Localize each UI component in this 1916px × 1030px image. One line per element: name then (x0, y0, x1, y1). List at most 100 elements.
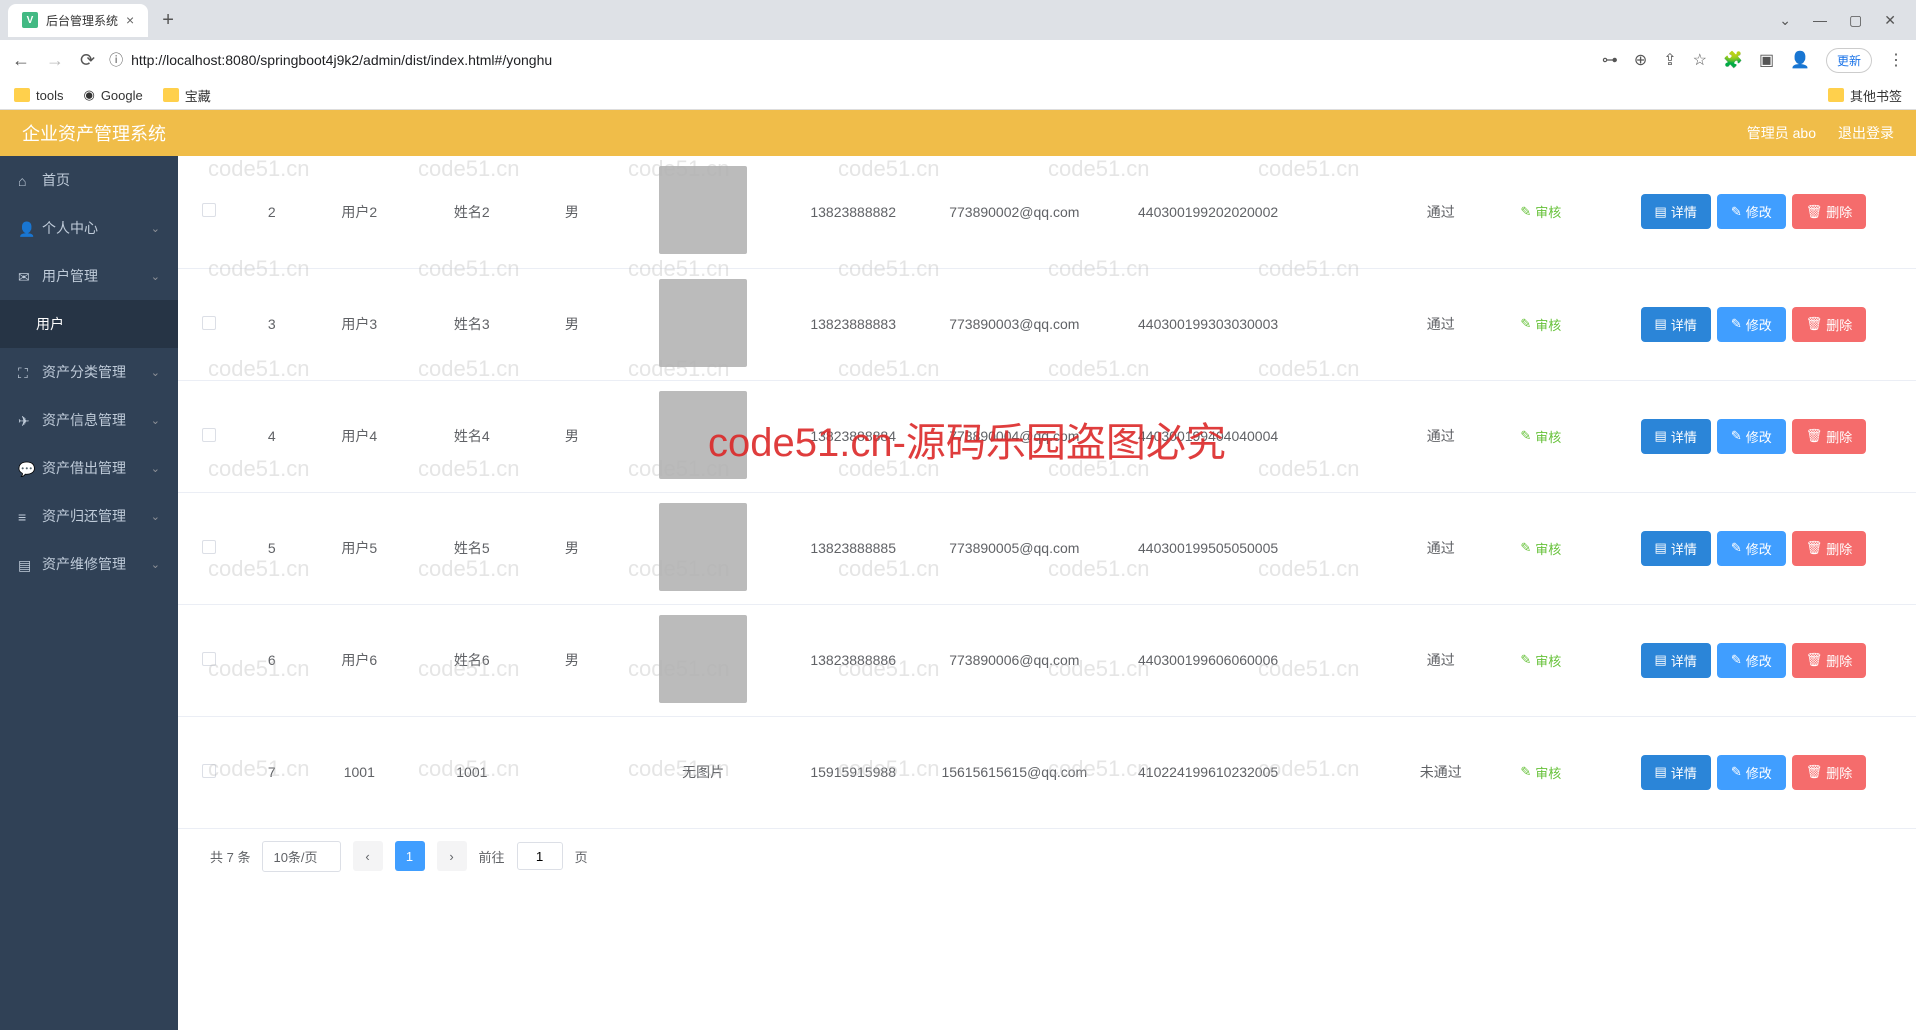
audit-button[interactable]: ✎审核 (1497, 539, 1585, 558)
delete-button[interactable]: 🗑删除 (1792, 643, 1867, 678)
google-icon: ◉ (83, 87, 94, 103)
new-tab-button[interactable]: + (162, 9, 174, 32)
page-size-select[interactable]: 10条/页 (262, 841, 340, 872)
close-window-icon[interactable]: ✕ (1884, 12, 1896, 29)
row-checkbox[interactable] (202, 652, 216, 666)
audit-button[interactable]: ✎审核 (1497, 315, 1585, 334)
close-icon[interactable]: × (126, 12, 134, 28)
menu-icon[interactable]: ⋮ (1888, 50, 1904, 70)
pagination-total: 共 7 条 (210, 847, 250, 866)
edit-button[interactable]: ✎修改 (1717, 643, 1786, 678)
browser-tab[interactable]: V 后台管理系统 × (8, 4, 148, 37)
row-checkbox[interactable] (202, 428, 216, 442)
update-button[interactable]: 更新 (1826, 48, 1872, 73)
row-checkbox[interactable] (202, 203, 216, 217)
bookmark-google[interactable]: ◉Google (83, 87, 142, 103)
detail-button[interactable]: ▤详情 (1641, 643, 1711, 678)
chevron-down-icon: ⌄ (151, 270, 160, 283)
sidebar-item-user-mgmt[interactable]: ✉用户管理⌄ (0, 252, 178, 300)
no-image-text: 无图片 (682, 764, 724, 780)
detail-button[interactable]: ▤详情 (1641, 307, 1711, 342)
share-icon[interactable]: ⇪ (1663, 50, 1676, 70)
sidebar-item-user[interactable]: 用户 (0, 300, 178, 348)
user-table: 2用户2姓名2男13823888882773890002@qq.com44030… (178, 156, 1916, 829)
reload-icon[interactable]: ⟳ (80, 50, 95, 71)
edit-button[interactable]: ✎修改 (1717, 419, 1786, 454)
chevron-down-icon: ⌄ (151, 222, 160, 235)
password-icon[interactable]: ⊶ (1602, 50, 1618, 70)
delete-button[interactable]: 🗑删除 (1792, 755, 1867, 790)
book-icon: ▤ (18, 557, 32, 571)
url-text[interactable]: http://localhost:8080/springboot4j9k2/ad… (131, 52, 552, 68)
trash-icon: 🗑 (1806, 316, 1823, 332)
chevron-down-icon[interactable]: ⌄ (1779, 12, 1791, 29)
maximize-icon[interactable]: ▢ (1849, 12, 1862, 29)
row-checkbox[interactable] (202, 540, 216, 554)
sidebar-item-asset-info[interactable]: ✈资产信息管理⌄ (0, 396, 178, 444)
chevron-down-icon: ⌄ (151, 510, 160, 523)
next-page-button[interactable]: › (437, 841, 467, 871)
table-row: 2用户2姓名2男13823888882773890002@qq.com44030… (178, 156, 1916, 268)
pagination: 共 7 条 10条/页 ‹ 1 › 前往 页 (178, 829, 1916, 884)
minimize-icon[interactable]: — (1813, 12, 1827, 29)
edit-button[interactable]: ✎修改 (1717, 194, 1786, 229)
sidebar-item-asset-borrow[interactable]: 💬资产借出管理⌄ (0, 444, 178, 492)
bookmark-other[interactable]: 其他书签 (1828, 86, 1902, 105)
list-icon: ▤ (1655, 428, 1667, 444)
detail-button[interactable]: ▤详情 (1641, 194, 1711, 229)
delete-button[interactable]: 🗑删除 (1792, 531, 1867, 566)
detail-button[interactable]: ▤详情 (1641, 531, 1711, 566)
audit-button[interactable]: ✎审核 (1497, 651, 1585, 670)
chevron-down-icon: ⌄ (151, 462, 160, 475)
avatar-image (659, 166, 747, 254)
audit-button[interactable]: ✎审核 (1497, 427, 1585, 446)
edit-button[interactable]: ✎修改 (1717, 755, 1786, 790)
edit-button[interactable]: ✎修改 (1717, 307, 1786, 342)
folder-icon (14, 88, 30, 102)
extensions-icon[interactable]: 🧩 (1723, 50, 1743, 70)
sidebar: ⌂首页 👤个人中心⌄ ✉用户管理⌄ 用户 ⛶资产分类管理⌄ ✈资产信息管理⌄ 💬… (0, 156, 178, 1030)
prev-page-button[interactable]: ‹ (353, 841, 383, 871)
sidebar-item-personal[interactable]: 👤个人中心⌄ (0, 204, 178, 252)
list-icon: ▤ (1655, 316, 1667, 332)
edit-icon: ✎ (1731, 540, 1742, 556)
sidebar-item-asset-repair[interactable]: ▤资产维修管理⌄ (0, 540, 178, 588)
chat-icon: 💬 (18, 461, 32, 475)
edit-icon: ✎ (1731, 652, 1742, 668)
sidebar-item-asset-return[interactable]: ≡资产归还管理⌄ (0, 492, 178, 540)
user-icon: 👤 (18, 221, 32, 235)
browser-chrome: V 后台管理系统 × + ⌄ — ▢ ✕ ← → ⟳ ⓘ http://loca… (0, 0, 1916, 110)
table-row: 3用户3姓名3男13823888883773890003@qq.com44030… (178, 268, 1916, 380)
list-icon: ≡ (18, 509, 32, 523)
logout-button[interactable]: 退出登录 (1838, 123, 1894, 143)
reading-icon[interactable]: ▣ (1759, 50, 1774, 70)
goto-page-input[interactable] (517, 842, 563, 870)
vue-icon: V (22, 12, 38, 28)
admin-label[interactable]: 管理员 abo (1747, 123, 1816, 143)
edit-button[interactable]: ✎修改 (1717, 531, 1786, 566)
sidebar-item-asset-category[interactable]: ⛶资产分类管理⌄ (0, 348, 178, 396)
detail-button[interactable]: ▤详情 (1641, 755, 1711, 790)
zoom-icon[interactable]: ⊕ (1634, 50, 1647, 70)
row-checkbox[interactable] (202, 764, 216, 778)
delete-button[interactable]: 🗑删除 (1792, 419, 1867, 454)
delete-button[interactable]: 🗑删除 (1792, 194, 1867, 229)
info-icon[interactable]: ⓘ (109, 50, 123, 70)
trash-icon: 🗑 (1806, 652, 1823, 668)
back-icon[interactable]: ← (12, 50, 30, 71)
table-row: 6用户6姓名6男13823888886773890006@qq.com44030… (178, 604, 1916, 716)
edit-icon: ✎ (1520, 316, 1531, 332)
sidebar-item-home[interactable]: ⌂首页 (0, 156, 178, 204)
audit-button[interactable]: ✎审核 (1497, 763, 1585, 782)
detail-button[interactable]: ▤详情 (1641, 419, 1711, 454)
bookmark-tools[interactable]: tools (14, 88, 63, 103)
audit-button[interactable]: ✎审核 (1497, 202, 1585, 221)
page-1-button[interactable]: 1 (395, 841, 425, 871)
forward-icon[interactable]: → (46, 50, 64, 71)
star-icon[interactable]: ☆ (1693, 50, 1707, 70)
row-checkbox[interactable] (202, 316, 216, 330)
delete-button[interactable]: 🗑删除 (1792, 307, 1867, 342)
bookmark-treasure[interactable]: 宝藏 (163, 86, 211, 105)
folder-icon (1828, 88, 1844, 102)
profile-icon[interactable]: 👤 (1790, 50, 1810, 70)
